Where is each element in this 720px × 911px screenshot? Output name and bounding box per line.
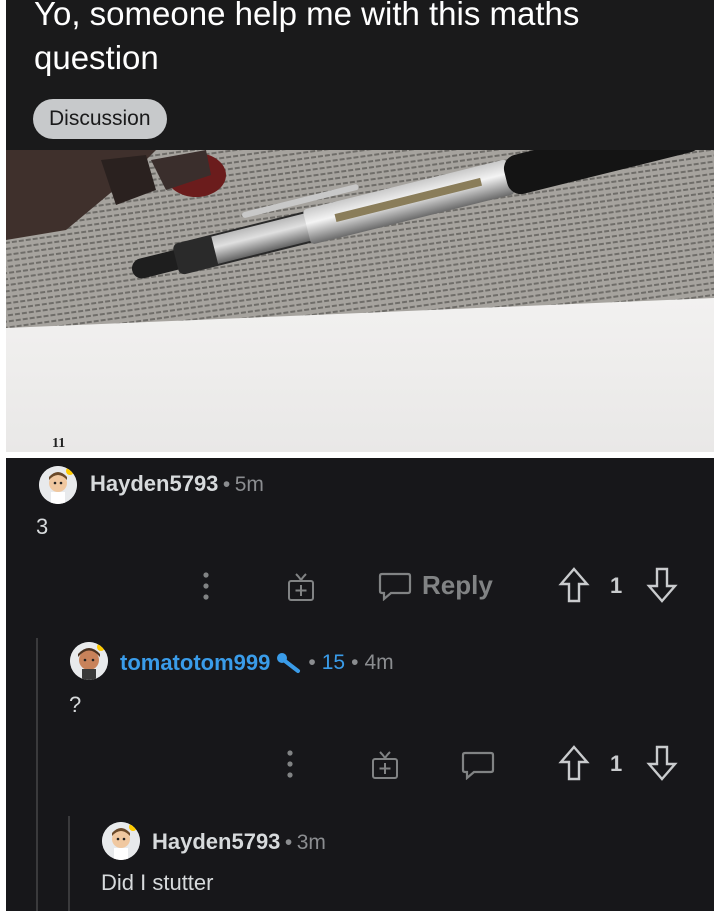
downvote-arrow-icon bbox=[646, 745, 678, 781]
comment-body: Did I stutter bbox=[101, 870, 214, 895]
chat-bubble-icon bbox=[461, 751, 495, 781]
upvote-arrow-icon bbox=[558, 745, 590, 781]
reply-label: Reply bbox=[422, 570, 493, 600]
pen-on-paper-photo: 11 bbox=[6, 150, 714, 452]
comment-body: ? bbox=[69, 692, 82, 717]
comment-meta: Hayden5793 • 3m bbox=[152, 829, 326, 855]
post-header: Yo, someone help me with this maths ques… bbox=[6, 0, 714, 150]
comments-section: Hayden5793 • 5m 3 Reply 1 tomatotom999 •… bbox=[6, 458, 714, 911]
downvote-arrow-icon bbox=[646, 567, 678, 603]
chat-bubble-icon bbox=[378, 572, 412, 601]
award-icon[interactable] bbox=[286, 570, 316, 607]
comment-username[interactable]: Hayden5793 bbox=[90, 471, 218, 496]
upvote-arrow-icon bbox=[558, 567, 590, 603]
avatar[interactable] bbox=[39, 466, 77, 504]
thread-line[interactable] bbox=[68, 816, 70, 911]
flair-badge[interactable]: Discussion bbox=[33, 99, 167, 139]
downvote-button[interactable] bbox=[646, 744, 678, 787]
reply-button[interactable]: Reply bbox=[378, 570, 493, 601]
comment-age: 5m bbox=[234, 473, 264, 496]
upvote-button[interactable] bbox=[558, 744, 590, 787]
meta-separator: • bbox=[351, 651, 359, 674]
comment-username[interactable]: tomatotom999 bbox=[120, 650, 270, 676]
karma-count: 15 bbox=[321, 651, 346, 674]
meta-separator: • bbox=[308, 651, 316, 674]
avatar[interactable] bbox=[70, 642, 108, 680]
avatar-icon bbox=[70, 642, 108, 680]
meta-separator: • bbox=[284, 831, 293, 854]
microphone-icon bbox=[277, 653, 301, 673]
page-number: 11 bbox=[52, 436, 65, 451]
more-options-icon[interactable] bbox=[201, 570, 211, 607]
comment-username[interactable]: Hayden5793 bbox=[152, 829, 280, 854]
thread-line[interactable] bbox=[36, 638, 38, 911]
comment-meta: tomatotom999 • 15 • 4m bbox=[120, 650, 394, 676]
vote-count: 1 bbox=[610, 751, 623, 776]
comment-age: 4m bbox=[364, 651, 394, 674]
vote-count: 1 bbox=[610, 573, 623, 598]
award-icon[interactable] bbox=[370, 748, 400, 785]
avatar-icon bbox=[102, 822, 140, 860]
post-title: Yo, someone help me with this maths ques… bbox=[34, 0, 580, 76]
comment-body: 3 bbox=[36, 514, 49, 539]
meta-separator: • bbox=[222, 473, 231, 496]
comment-meta: Hayden5793 • 5m bbox=[90, 471, 264, 497]
upvote-button[interactable] bbox=[558, 566, 590, 609]
more-options-icon[interactable] bbox=[285, 748, 295, 785]
reply-button[interactable] bbox=[461, 750, 495, 785]
post-image[interactable]: 11 bbox=[6, 150, 714, 452]
comment-age: 3m bbox=[296, 831, 326, 854]
avatar-icon bbox=[39, 466, 77, 504]
avatar[interactable] bbox=[102, 822, 140, 860]
downvote-button[interactable] bbox=[646, 566, 678, 609]
